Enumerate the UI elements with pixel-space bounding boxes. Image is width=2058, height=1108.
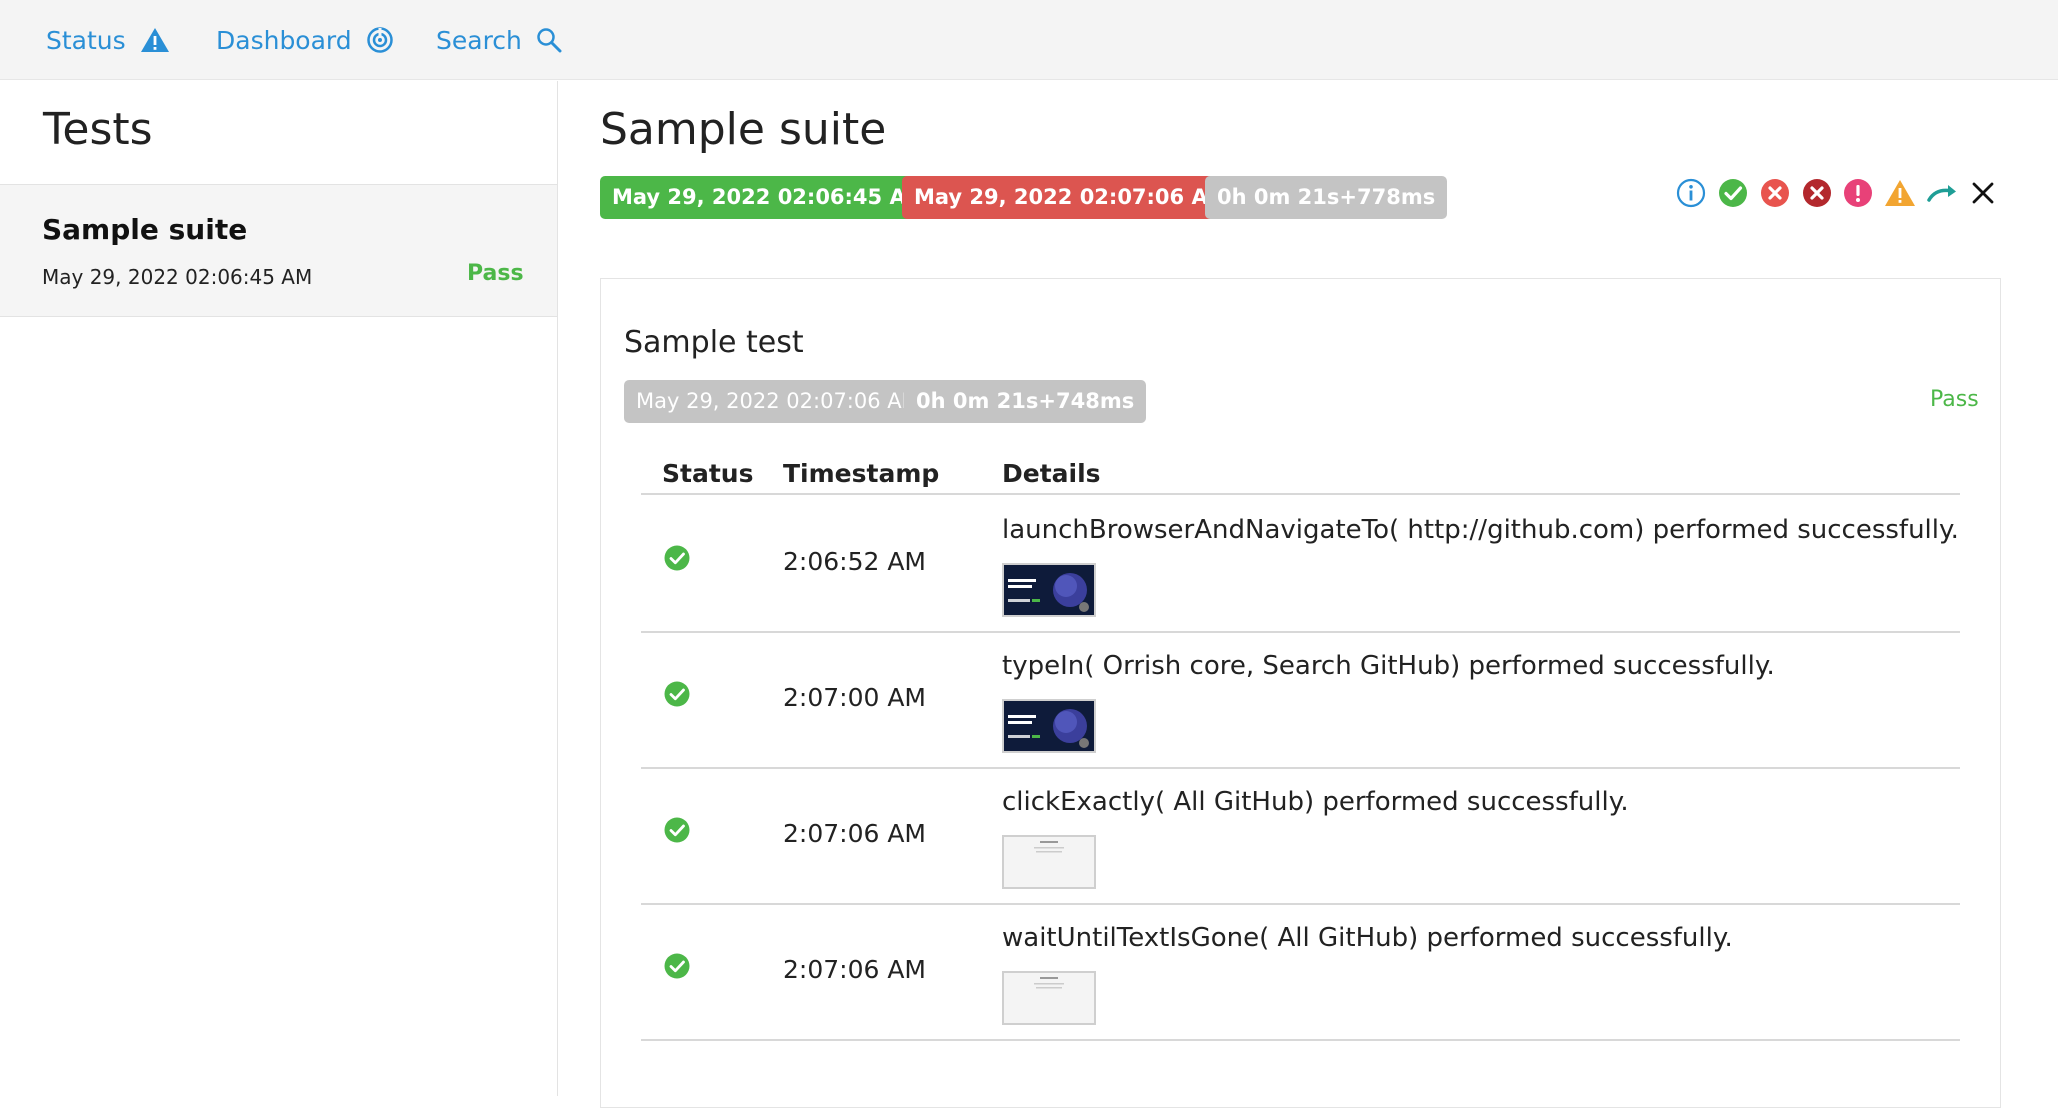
table-row: 2:07:06 AM waitUntilTextIsGone( All GitH…	[641, 903, 1960, 1039]
nav-status-label: Status	[46, 25, 126, 55]
column-header-status: Status	[662, 459, 754, 488]
column-header-details: Details	[1002, 459, 1101, 488]
row-divider	[641, 1039, 1960, 1041]
screenshot-thumbnail[interactable]	[1002, 971, 1096, 1025]
step-details: launchBrowserAndNavigateTo( http://githu…	[1002, 515, 1959, 545]
search-icon	[536, 27, 562, 53]
suite-start-badge: May 29, 2022 02:06:45 AM	[600, 176, 939, 219]
screenshot-thumbnail[interactable]	[1002, 835, 1096, 889]
step-timestamp: 2:06:52 AM	[783, 547, 926, 576]
test-status: Pass	[1930, 387, 1979, 412]
pass-icon	[664, 817, 690, 843]
suite-duration-badge: 0h 0m 21s+778ms	[1205, 176, 1448, 219]
suite-end-badge: May 29, 2022 02:07:06 AM	[902, 176, 1241, 219]
table-row: 2:07:06 AM clickExactly( All GitHub) per…	[641, 767, 1960, 903]
sidebar-title: Tests	[43, 104, 153, 155]
screenshot-thumbnail[interactable]	[1002, 563, 1096, 617]
step-details: waitUntilTextIsGone( All GitHub) perform…	[1002, 923, 1733, 953]
dashboard-icon	[366, 26, 394, 54]
error-icon[interactable]	[1843, 178, 1873, 208]
table-row: 2:06:52 AM launchBrowserAndNavigateTo( h…	[641, 495, 1960, 631]
test-time-badge: May 29, 2022 02:07:06 AM	[624, 380, 932, 423]
column-header-timestamp: Timestamp	[783, 459, 940, 488]
table-row: 2:07:00 AM typeIn( Orrish core, Search G…	[641, 631, 1960, 767]
pass-icon	[664, 953, 690, 979]
fatal-icon[interactable]	[1802, 178, 1832, 208]
test-duration-badge: 0h 0m 21s+748ms	[904, 380, 1147, 423]
sidebar-suite-item[interactable]: Sample suite May 29, 2022 02:06:45 AM Pa…	[0, 185, 557, 317]
clear-filter-icon[interactable]	[1968, 178, 1998, 208]
step-details: typeIn( Orrish core, Search GitHub) perf…	[1002, 651, 1775, 681]
suite-item-status: Pass	[467, 261, 524, 286]
info-icon[interactable]	[1676, 178, 1706, 208]
page-title: Sample suite	[600, 104, 887, 155]
nav-status[interactable]: Status	[46, 0, 170, 80]
test-card: Sample test May 29, 2022 02:07:06 AM 0h …	[600, 278, 2001, 1108]
screenshot-thumbnail[interactable]	[1002, 699, 1096, 753]
nav-dashboard[interactable]: Dashboard	[216, 0, 394, 80]
top-nav: Status Dashboard Search	[0, 0, 2058, 80]
suite-item-date: May 29, 2022 02:06:45 AM	[42, 265, 313, 289]
suite-item-name: Sample suite	[42, 213, 248, 246]
nav-search-label: Search	[436, 25, 522, 55]
step-timestamp: 2:07:06 AM	[783, 819, 926, 848]
test-name: Sample test	[624, 325, 804, 360]
warning-icon	[140, 27, 170, 53]
warning-icon[interactable]	[1884, 178, 1915, 208]
pass-icon	[664, 681, 690, 707]
step-timestamp: 2:07:06 AM	[783, 955, 926, 984]
step-timestamp: 2:07:00 AM	[783, 683, 926, 712]
pass-icon[interactable]	[1718, 178, 1748, 208]
fail-icon[interactable]	[1760, 178, 1790, 208]
pass-icon	[664, 545, 690, 571]
step-details: clickExactly( All GitHub) performed succ…	[1002, 787, 1629, 817]
skip-icon[interactable]	[1926, 178, 1956, 208]
nav-search[interactable]: Search	[436, 0, 562, 80]
nav-dashboard-label: Dashboard	[216, 25, 352, 55]
